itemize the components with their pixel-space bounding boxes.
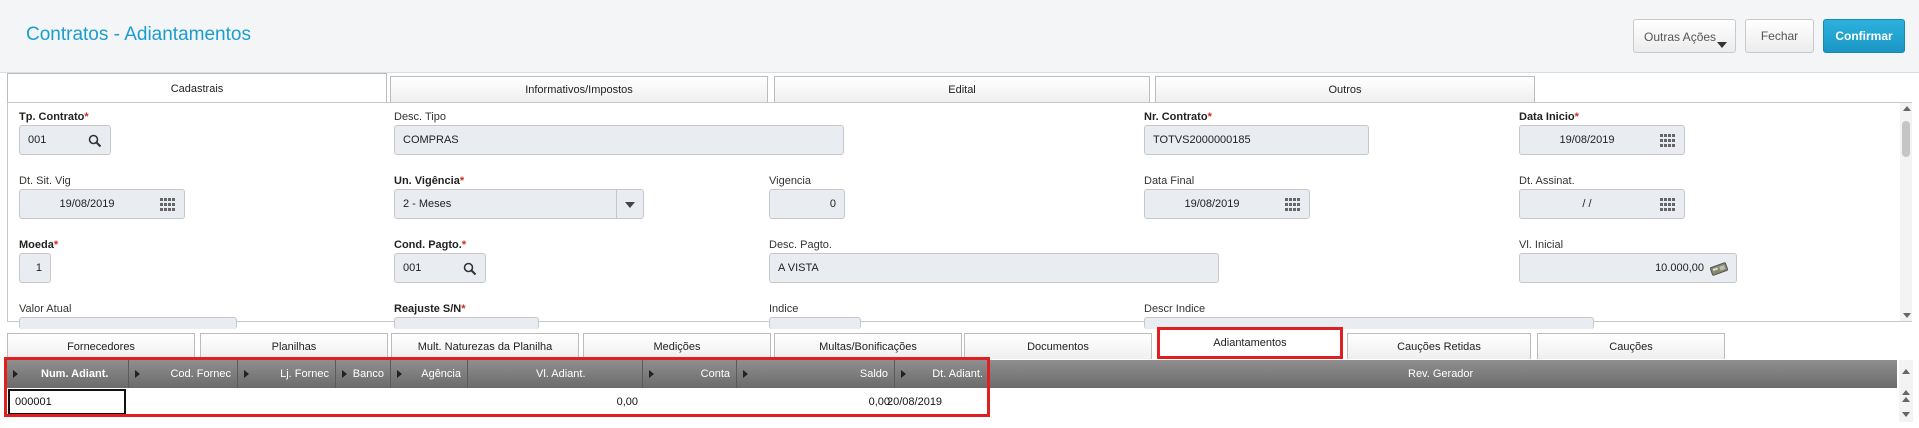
un-vigencia-value: 2 - Meses (403, 198, 452, 210)
data-final-value: 19/08/2019 (1184, 198, 1240, 210)
tab-multas-bonificacoes[interactable]: Multas/Bonificações (774, 333, 962, 359)
tab-adiantamentos[interactable]: Adiantamentos (1157, 327, 1343, 359)
desc-tipo-value: COMPRAS (403, 134, 459, 146)
tab-informativos-impostos[interactable]: Informativos/Impostos (390, 76, 768, 102)
tab-mult-naturezas[interactable]: Mult. Naturezas da Planilha (391, 333, 579, 359)
grid-highlight-box (4, 357, 990, 417)
data-final-field[interactable]: 19/08/2019 (1144, 189, 1310, 219)
search-icon[interactable] (463, 262, 477, 276)
nr-contrato-field[interactable]: TOTVS2000000185 (1144, 125, 1369, 155)
cond-pagto-field[interactable]: 001 (394, 253, 486, 283)
vigencia-field[interactable]: 0 (769, 189, 845, 219)
scroll-down-icon[interactable] (1902, 412, 1910, 417)
tab-medicoes[interactable]: Medições (583, 333, 771, 359)
tab-planilhas[interactable]: Planilhas (200, 333, 388, 359)
vl-inicial-value: 10.000,00 (1655, 262, 1704, 274)
data-inicio-label: Data Inicio* (1519, 111, 1579, 123)
descr-indice-label: Descr Indice (1144, 303, 1206, 315)
scroll-up-icon[interactable] (1902, 397, 1910, 402)
moeda-value: 1 (35, 262, 42, 274)
reajuste-label: Reajuste S/N* (394, 303, 466, 315)
un-vigencia-select[interactable]: 2 - Meses (394, 189, 644, 219)
valor-atual-field[interactable] (19, 317, 237, 329)
desc-tipo-label: Desc. Tipo (394, 111, 446, 123)
more-actions-button[interactable]: Outras Ações (1633, 19, 1736, 53)
indice-label: Indice (769, 303, 799, 315)
calendar-icon[interactable] (160, 198, 176, 212)
valor-atual-label: Valor Atual (19, 303, 72, 315)
tab-cadastrais[interactable]: Cadastrais (7, 73, 387, 103)
tp-contrato-label: Tp. Contrato* (19, 111, 89, 123)
moeda-field[interactable]: 1 (19, 253, 51, 283)
dt-assinat-field[interactable]: / / (1519, 189, 1685, 219)
dt-assinat-value: / / (1582, 198, 1592, 210)
calculator-icon[interactable] (1710, 262, 1728, 276)
tab-documentos[interactable]: Documentos (964, 333, 1152, 359)
tab-caucoes[interactable]: Cauções (1537, 333, 1725, 359)
tab-fornecedores[interactable]: Fornecedores (7, 333, 195, 359)
data-inicio-field[interactable]: 19/08/2019 (1519, 125, 1685, 155)
search-icon[interactable] (88, 134, 102, 148)
desc-pagto-value: A VISTA (778, 262, 819, 274)
scroll-up-icon[interactable] (1902, 390, 1910, 395)
nr-contrato-label: Nr. Contrato* (1144, 111, 1212, 123)
desc-pagto-label: Desc. Pagto. (769, 239, 832, 251)
reajuste-field[interactable] (394, 317, 539, 329)
col-rev-gerador-label: Rev. Gerador (1408, 368, 1474, 380)
form-scrollbar[interactable] (1900, 103, 1912, 321)
vl-inicial-label: Vl. Inicial (1519, 239, 1564, 251)
tp-contrato-field[interactable]: 001 (19, 125, 111, 155)
close-button[interactable]: Fechar (1745, 19, 1814, 53)
scrollbar-thumb[interactable] (1902, 121, 1910, 157)
data-final-label: Data Final (1144, 175, 1195, 187)
tab-edital[interactable]: Edital (774, 76, 1150, 102)
vigencia-value: 0 (829, 198, 836, 210)
col-rev-gerador[interactable]: Rev. Gerador (990, 360, 1897, 388)
vl-inicial-field[interactable]: 10.000,00 (1519, 253, 1737, 283)
confirm-button[interactable]: Confirmar (1823, 19, 1905, 53)
grid-scrollbar[interactable] (1899, 360, 1913, 422)
header-bar (0, 0, 1919, 73)
data-inicio-value: 19/08/2019 (1559, 134, 1615, 146)
scroll-up-icon[interactable] (1903, 106, 1911, 111)
dropdown-button[interactable] (616, 190, 643, 218)
dt-assinat-label: Dt. Assinat. (1519, 175, 1575, 187)
cond-pagto-label: Cond. Pagto.* (394, 239, 467, 251)
calendar-icon[interactable] (1285, 198, 1301, 212)
un-vigencia-label: Un. Vigência* (394, 175, 465, 187)
tab-outros[interactable]: Outros (1155, 76, 1535, 102)
calendar-icon[interactable] (1660, 198, 1676, 212)
tab-caucoes-retidas[interactable]: Cauções Retidas (1347, 333, 1531, 359)
dt-sit-vig-value: 19/08/2019 (59, 198, 115, 210)
vigencia-label: Vigencia (769, 175, 811, 187)
nr-contrato-value: TOTVS2000000185 (1153, 134, 1251, 146)
dt-sit-vig-field[interactable]: 19/08/2019 (19, 189, 185, 219)
desc-pagto-field[interactable]: A VISTA (769, 253, 1219, 283)
more-actions-label: Outras Ações (1644, 30, 1717, 44)
chevron-down-icon (625, 202, 635, 208)
calendar-icon[interactable] (1660, 134, 1676, 148)
indice-field[interactable] (769, 317, 861, 329)
scroll-up-icon[interactable] (1902, 369, 1910, 374)
chevron-down-icon (1717, 42, 1727, 48)
moeda-label: Moeda* (19, 239, 59, 251)
dt-sit-vig-label: Dt. Sit. Vig (19, 175, 71, 187)
desc-tipo-field[interactable]: COMPRAS (394, 125, 844, 155)
page-title: Contratos - Adiantamentos (26, 24, 251, 45)
scroll-down-icon[interactable] (1903, 313, 1911, 318)
